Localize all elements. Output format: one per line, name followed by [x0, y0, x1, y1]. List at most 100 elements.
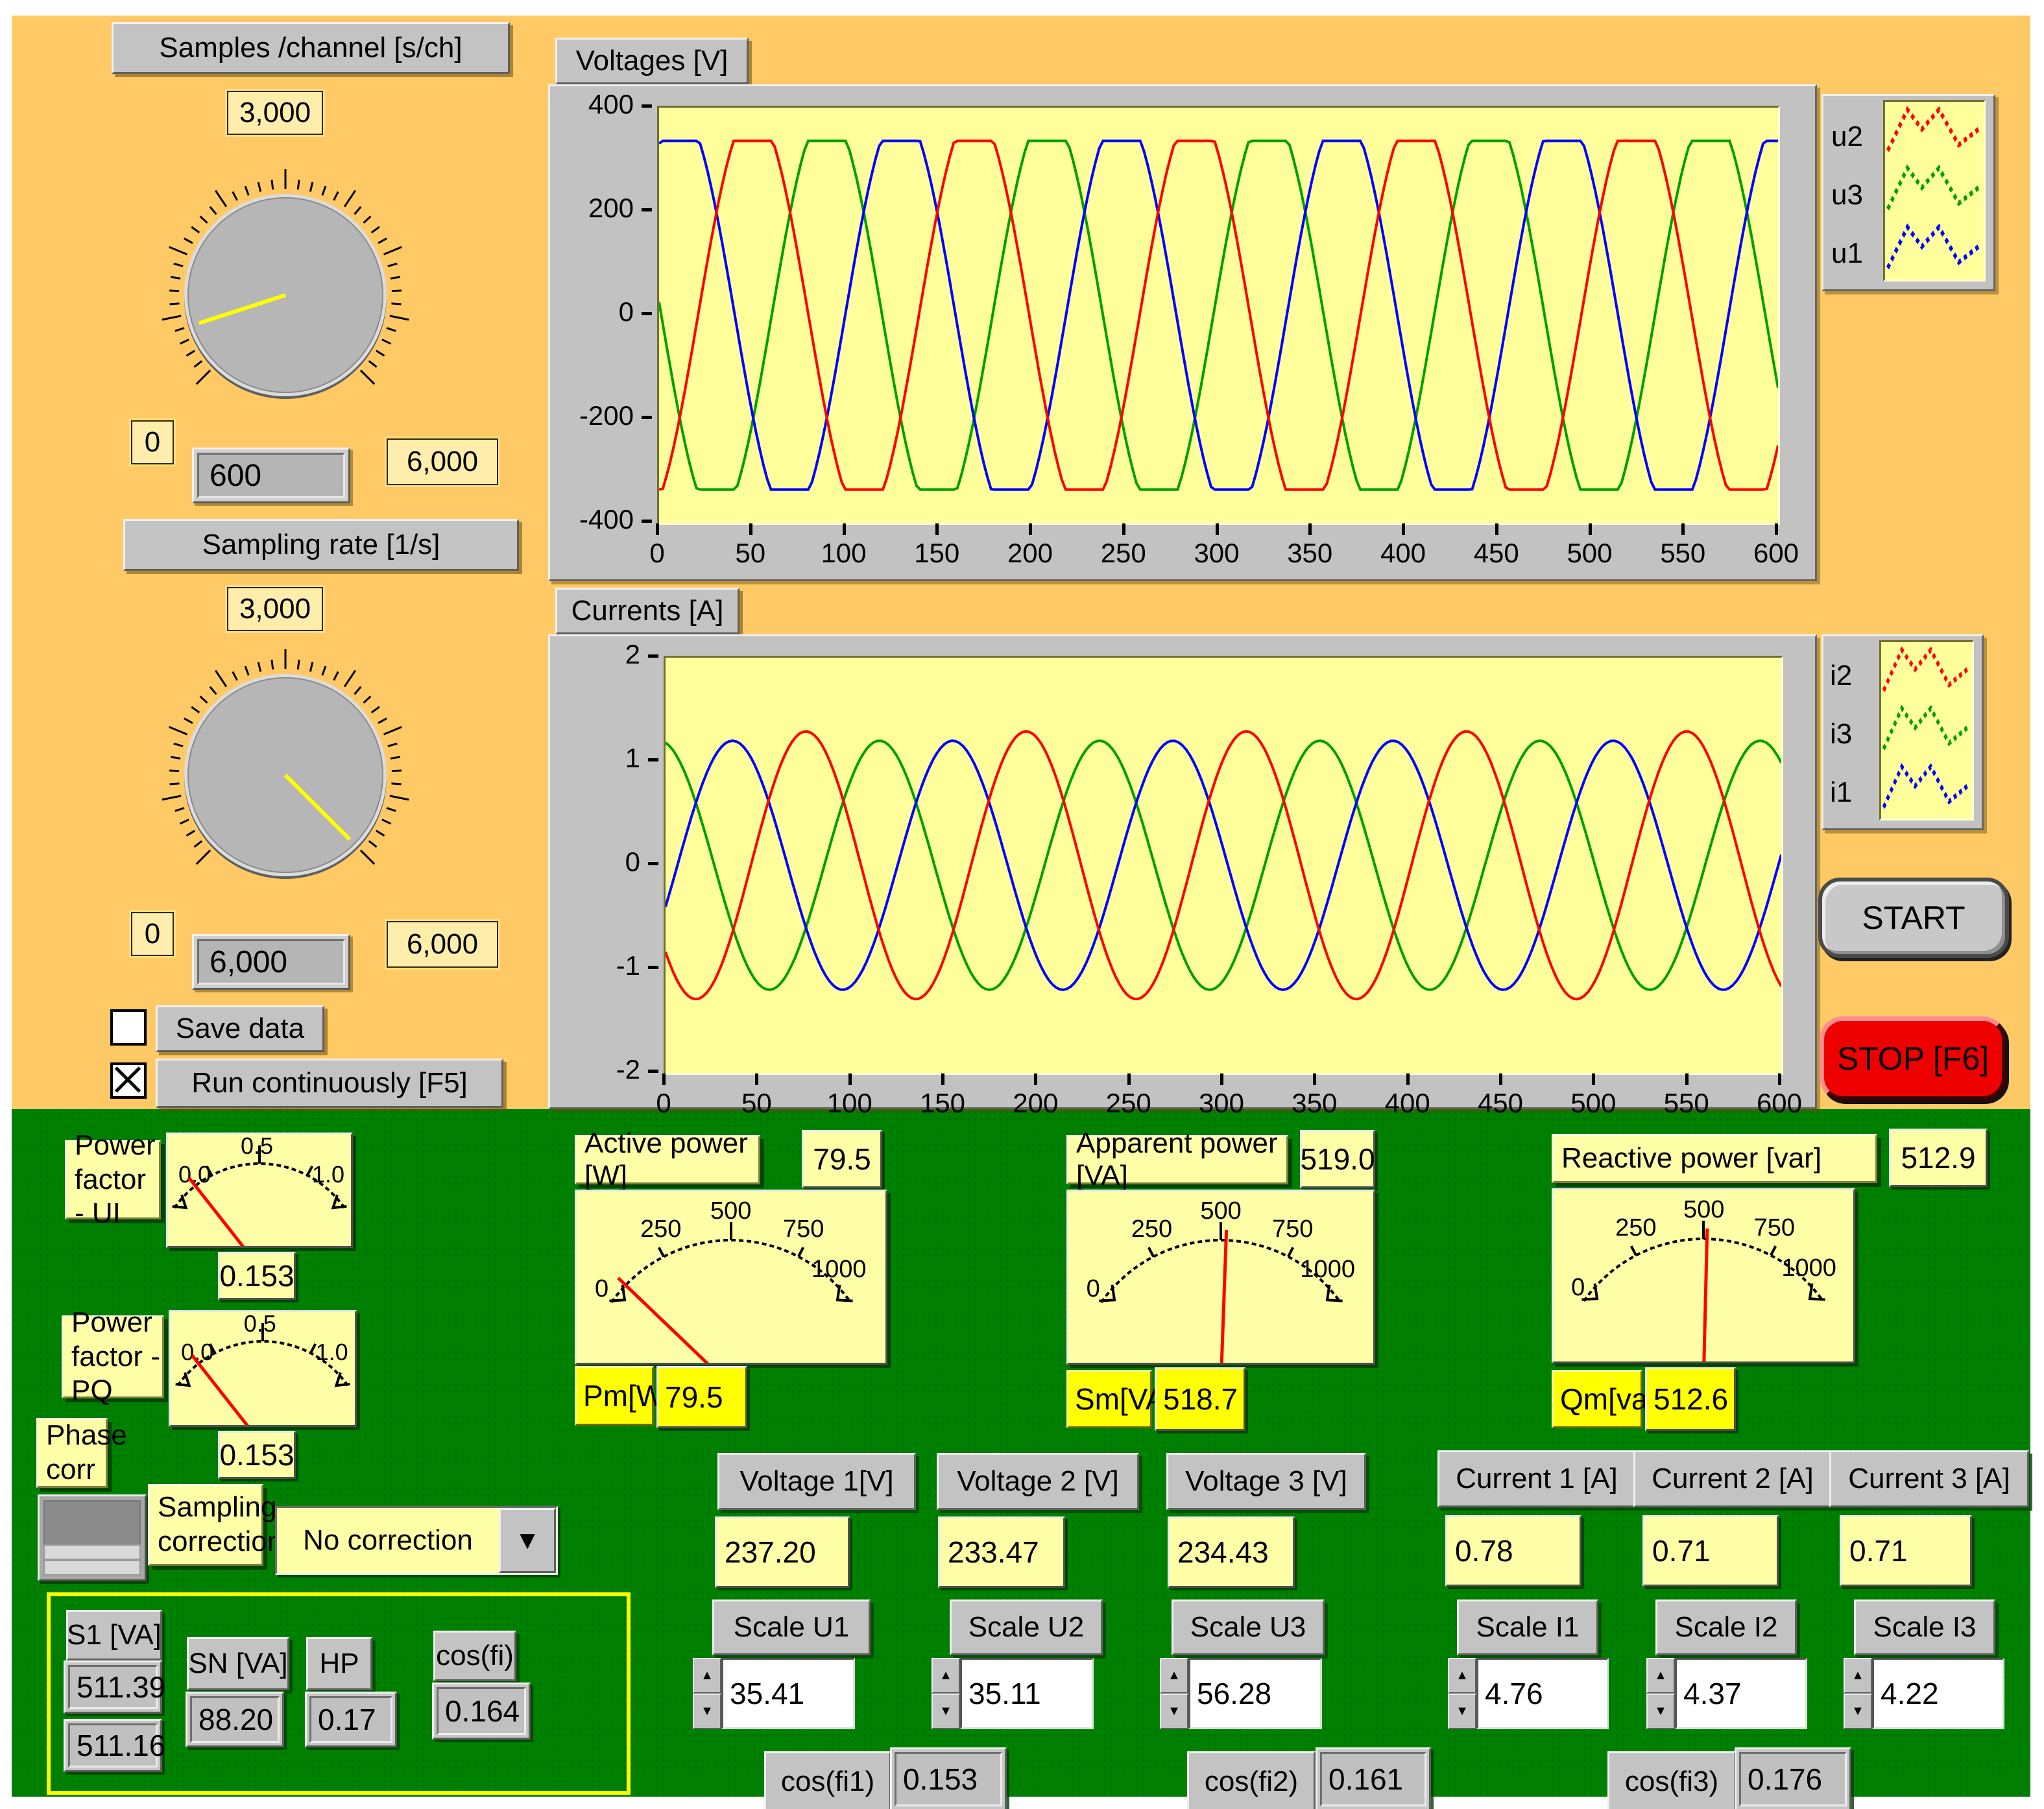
chevron-down-icon: ▼ — [514, 1526, 540, 1555]
axis-tick — [648, 654, 658, 658]
samples-per-channel-knob[interactable] — [146, 156, 425, 435]
scale-u3-increment-button[interactable]: ▲ — [1160, 1658, 1188, 1694]
knob-tick — [233, 192, 237, 200]
gauge-scale-label: 500 — [1683, 1196, 1724, 1223]
rate-value-field[interactable]: 6,000 — [197, 939, 345, 985]
stop-button[interactable]: STOP [F6] — [1820, 1016, 2006, 1101]
legend-item-u2: u2 — [1831, 121, 1863, 153]
reactive-power-digital: 512.9 — [1889, 1129, 1988, 1187]
axis-tick — [642, 416, 652, 419]
x-axis-label: 500 — [1551, 538, 1629, 569]
apparent-power-digital: 519.0 — [1300, 1130, 1375, 1188]
knob-tick — [272, 660, 273, 669]
scale-i3-field[interactable]: 4.22 — [1872, 1658, 2004, 1729]
knob-tick — [361, 370, 374, 384]
scale-i3-label: Scale I3 — [1854, 1599, 1995, 1655]
scale-i1-increment-button[interactable]: ▲ — [1448, 1658, 1476, 1694]
scale-i3-decrement-button[interactable]: ▼ — [1844, 1694, 1872, 1729]
scale-u3-field[interactable]: 56.28 — [1188, 1658, 1322, 1729]
scale-i1-decrement-button[interactable]: ▼ — [1448, 1694, 1476, 1729]
sm-value: 518.7 — [1155, 1367, 1245, 1431]
knob-tick — [369, 841, 377, 847]
scale-u2-field[interactable]: 35.11 — [960, 1658, 1094, 1729]
gauge-scale-label: 0.5 — [244, 1312, 276, 1337]
knob-tick — [215, 191, 226, 207]
knob-tick — [388, 743, 397, 746]
knob-tick — [344, 191, 355, 207]
power-factor-pq-gauge: 0.00.51.0 — [169, 1310, 357, 1427]
knob-tick — [174, 743, 183, 746]
x-axis-label: 0 — [625, 1088, 703, 1119]
knob-tick — [200, 696, 208, 702]
cosfi2-label: cos(fi2) — [1187, 1751, 1316, 1809]
voltage3-value: 234.43 — [1168, 1516, 1295, 1588]
y-axis-label: -2 — [566, 1054, 640, 1085]
legend-item-u1: u1 — [1831, 237, 1863, 270]
arrow-up-icon: ▲ — [1654, 1668, 1667, 1683]
s1-value-1: 511.39 — [64, 1660, 162, 1714]
x-axis-label: 50 — [717, 1088, 795, 1119]
x-axis-label: 50 — [712, 538, 789, 569]
sampling-correction-selected[interactable]: No correction — [277, 1508, 499, 1573]
sampling-correction-dropdown[interactable]: No correction ▼ — [275, 1506, 558, 1575]
scale-u1-increment-button[interactable]: ▲ — [693, 1658, 721, 1694]
start-button[interactable]: START — [1818, 878, 2009, 958]
knob-tick — [171, 277, 180, 278]
scale-u1-field[interactable]: 35.41 — [721, 1658, 855, 1729]
arrow-down-icon: ▼ — [1168, 1704, 1181, 1719]
scale-i2-increment-button[interactable]: ▲ — [1646, 1658, 1675, 1694]
cosfi-label: cos(fi) — [433, 1631, 516, 1681]
wave-u2 — [659, 141, 1778, 490]
knob-tick — [184, 719, 193, 723]
wave-i1 — [666, 741, 1781, 990]
knob-tick — [162, 316, 181, 320]
gauge-needle — [1221, 1230, 1227, 1363]
cosfi1-label: cos(fi1) — [764, 1751, 891, 1809]
knob-tick — [361, 850, 374, 864]
knob-tick — [378, 239, 387, 243]
axis-tick — [648, 758, 658, 761]
samples-knob-mid-scale-label: 3,000 — [227, 91, 323, 135]
run-continuously-label: Run continuously [F5] — [156, 1059, 503, 1108]
axis-tick — [1216, 523, 1219, 535]
samples-value-field[interactable]: 600 — [197, 453, 345, 498]
phase-corr-switch[interactable] — [38, 1494, 147, 1581]
scale-u2-increment-button[interactable]: ▲ — [932, 1658, 960, 1694]
scale-i1-field[interactable]: 4.76 — [1476, 1658, 1609, 1729]
scale-i2-field[interactable]: 4.37 — [1675, 1658, 1807, 1729]
knob-tick — [376, 831, 385, 836]
run-continuously-checkbox[interactable] — [110, 1062, 147, 1099]
currents-graph-panel: 210-1-2050100150200250300350400450500550… — [548, 634, 1817, 1109]
gauge-scale-label: 1.0 — [316, 1339, 348, 1365]
scale-i3-increment-button[interactable]: ▲ — [1844, 1658, 1872, 1694]
knob-tick — [233, 672, 237, 680]
voltage3-label: Voltage 3 [V] — [1166, 1453, 1366, 1510]
rate-value-display[interactable]: 6,000 — [192, 934, 350, 990]
knob-tick — [391, 757, 400, 758]
x-axis-label: 200 — [996, 1088, 1074, 1119]
samples-value-display[interactable]: 600 — [192, 448, 350, 503]
knob-tick — [355, 207, 361, 214]
knob-tick — [363, 216, 370, 222]
scale-u2-decrement-button[interactable]: ▼ — [932, 1694, 960, 1729]
dropdown-arrow-button[interactable]: ▼ — [499, 1508, 556, 1573]
x-axis-label: 150 — [904, 1088, 981, 1119]
axis-tick — [848, 1073, 852, 1085]
qm-label: Qm[var] — [1552, 1370, 1642, 1428]
axis-tick — [656, 523, 659, 535]
sampling-rate-knob[interactable] — [146, 636, 425, 915]
knob-tick — [194, 361, 202, 367]
knob-tick — [363, 696, 370, 702]
u3-line-sample — [1888, 168, 1981, 209]
gauge-end-mark — [609, 1285, 625, 1301]
hp-label: HP — [306, 1637, 372, 1690]
y-axis-label: 400 — [560, 89, 634, 120]
phase-corr-switch-paddle[interactable] — [43, 1500, 141, 1546]
save-data-checkbox[interactable] — [110, 1009, 147, 1046]
axis-tick — [1681, 523, 1685, 535]
scale-u3-decrement-button[interactable]: ▼ — [1160, 1694, 1188, 1729]
scale-i2-decrement-button[interactable]: ▼ — [1646, 1694, 1675, 1729]
scale-u1-decrement-button[interactable]: ▼ — [693, 1694, 721, 1729]
axis-tick — [642, 208, 652, 211]
voltage2-label: Voltage 2 [V] — [937, 1453, 1139, 1510]
